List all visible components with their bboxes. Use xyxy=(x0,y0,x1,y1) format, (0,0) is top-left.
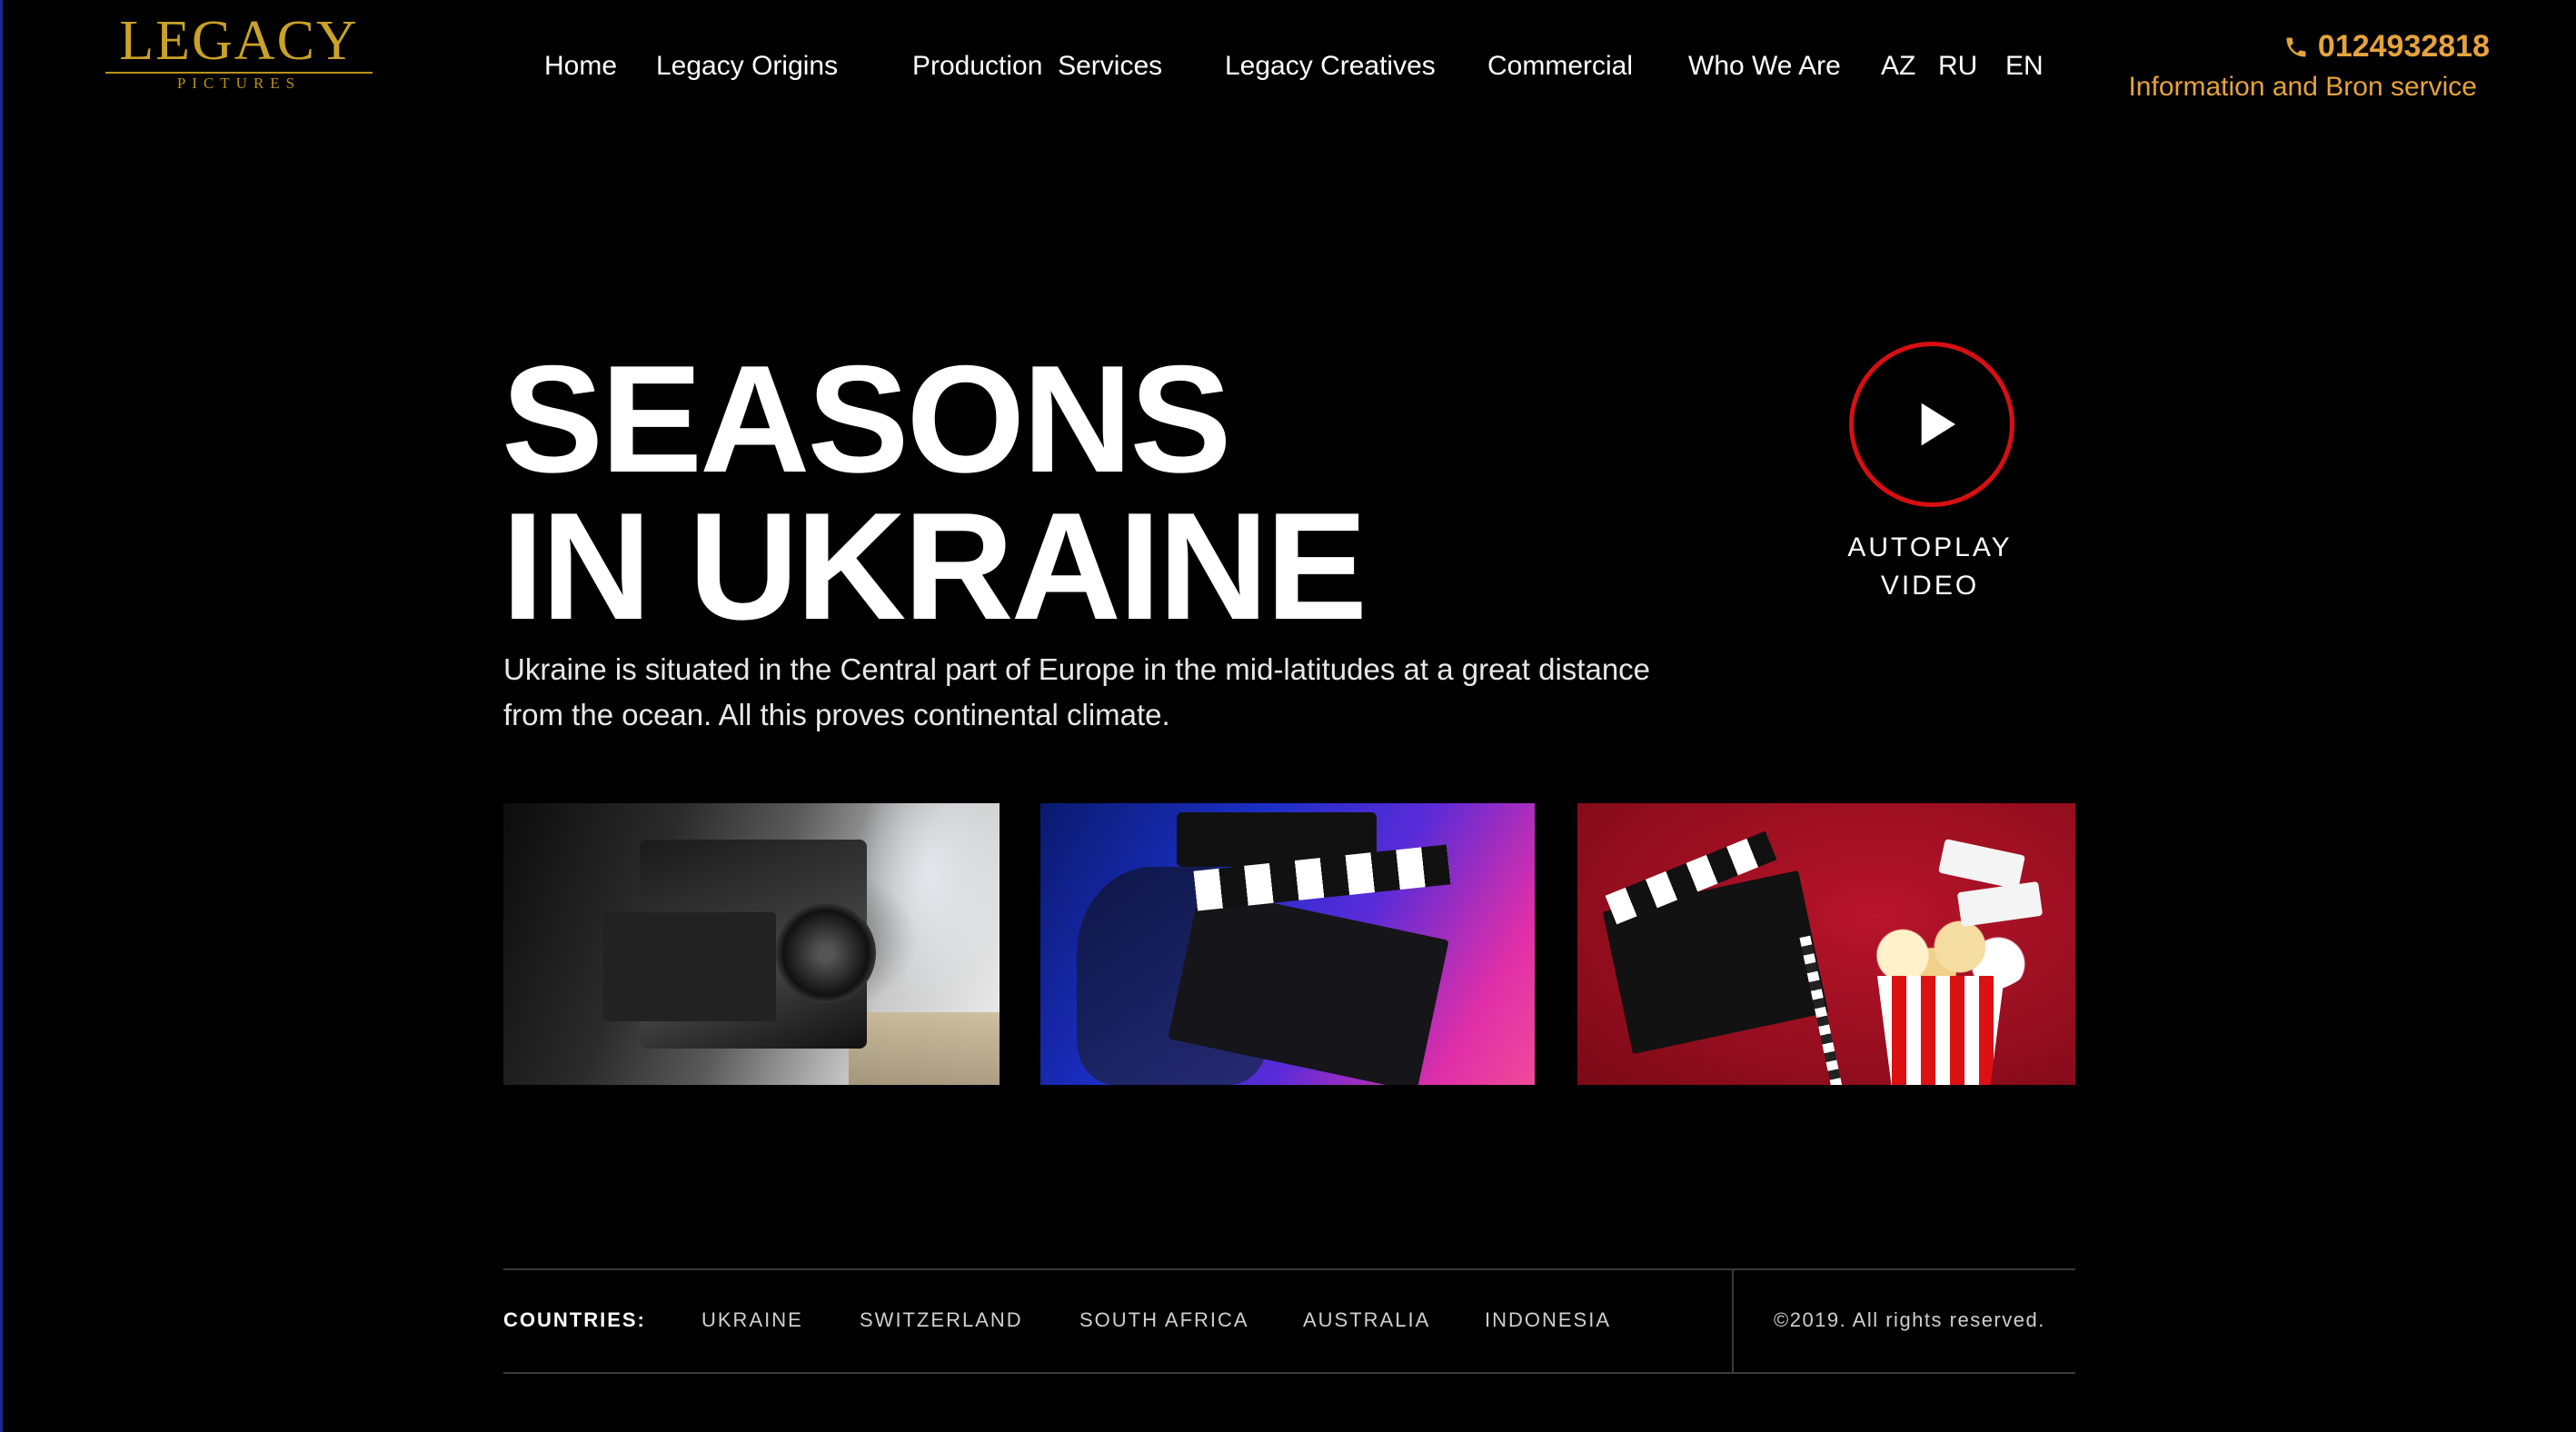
logo-rule xyxy=(105,72,373,74)
autoplay-label: AUTOPLAY VIDEO xyxy=(1846,529,2014,605)
nav-commercial[interactable]: Commercial xyxy=(1487,51,1633,82)
lang-en[interactable]: EN xyxy=(2005,51,2044,82)
country-link-south-africa[interactable]: SOUTH AFRICA xyxy=(1079,1308,1249,1332)
nav-home[interactable]: Home xyxy=(544,51,617,82)
phone-number: 0124932818 xyxy=(2317,29,2490,64)
nav-legacy-creatives[interactable]: Legacy Creatives xyxy=(1225,51,1436,82)
nav-production-services[interactable]: Production Services xyxy=(912,51,1162,82)
footer-divider xyxy=(1732,1270,1734,1372)
thumb-camera-rig xyxy=(603,912,776,1021)
copyright: ©2019. All rights reserved. xyxy=(1774,1308,2045,1331)
window-edge xyxy=(0,0,3,1432)
phone-link[interactable]: 0124932818 xyxy=(2128,29,2490,65)
play-button[interactable] xyxy=(1849,342,2014,507)
hero-title: SEASONS IN UKRAINE xyxy=(502,333,1368,651)
countries-label: COUNTRIES: xyxy=(503,1308,646,1331)
thumbnail-clapperboard-neon[interactable] xyxy=(1040,803,1535,1085)
hero-title-line-1: SEASONS xyxy=(502,333,1232,504)
service-label[interactable]: Information and Bron service xyxy=(2128,72,2477,103)
country-link-indonesia[interactable]: INDONESIA xyxy=(1485,1308,1611,1332)
phone-icon xyxy=(2286,37,2306,56)
thumbnail-film-camera[interactable] xyxy=(503,803,1000,1085)
play-icon xyxy=(1921,403,1955,446)
thumb-popcorn-cup xyxy=(1877,976,2004,1085)
footer: COUNTRIES: UKRAINE SWITZERLAND SOUTH AFR… xyxy=(503,1268,2075,1374)
thumb-floor xyxy=(849,1012,1000,1085)
contact-block: 0124932818 Information and Bron service xyxy=(2128,29,2490,103)
lang-ru[interactable]: RU xyxy=(1938,51,1977,82)
logo-subtitle: PICTURES xyxy=(176,75,302,92)
country-link-switzerland[interactable]: SWITZERLAND xyxy=(860,1308,1023,1332)
autoplay-label-line-1: AUTOPLAY xyxy=(1847,532,2013,562)
thumbnail-popcorn-clapperboard[interactable] xyxy=(1577,803,2075,1085)
hero-title-line-2: IN UKRAINE xyxy=(502,481,1368,651)
thumb-ticket xyxy=(1956,880,2044,928)
thumb-camera-lens xyxy=(776,903,876,1003)
logo-wordmark: LEGACY xyxy=(119,10,359,72)
nav-who-we-are[interactable]: Who We Are xyxy=(1688,51,1841,82)
lang-az[interactable]: AZ xyxy=(1881,51,1915,82)
autoplay-video: AUTOPLAY VIDEO xyxy=(1846,342,2015,605)
country-link-ukraine[interactable]: UKRAINE xyxy=(701,1308,803,1332)
autoplay-label-line-2: VIDEO xyxy=(1880,571,1980,601)
nav-legacy-origins[interactable]: Legacy Origins xyxy=(656,51,838,82)
thumb-ticket xyxy=(1938,839,2025,890)
country-link-australia[interactable]: AUSTRALIA xyxy=(1303,1308,1430,1332)
hero-description: Ukraine is situated in the Central part … xyxy=(503,652,1651,731)
logo[interactable]: LEGACY PICTURES xyxy=(89,13,389,92)
